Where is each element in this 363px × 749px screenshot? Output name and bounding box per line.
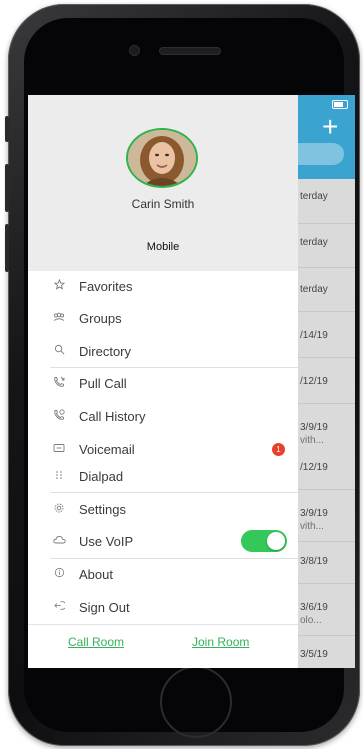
call-list-snippet: vith...: [300, 435, 324, 446]
menu-divider: [50, 492, 298, 493]
user-name: Carin Smith: [131, 197, 195, 211]
menu-item-call-history[interactable]: Call History: [28, 401, 298, 431]
earpiece-speaker: [160, 48, 220, 54]
avatar[interactable]: [126, 128, 198, 188]
call-room-link[interactable]: Call Room: [68, 635, 124, 649]
device-label: Mobile: [146, 241, 180, 253]
call-list-date: 3/9/19: [300, 508, 328, 519]
voicemail-icon: [52, 443, 66, 456]
footer-divider: [28, 624, 298, 625]
call-list-date: terday: [300, 191, 328, 202]
menu-item-about[interactable]: About: [28, 559, 298, 589]
navigation-drawer: Carin Smith Mobile Favorites Groups Dire…: [28, 95, 298, 668]
mute-switch: [5, 116, 9, 142]
add-icon[interactable]: +: [322, 113, 338, 141]
call-list-date: terday: [300, 284, 328, 295]
voip-toggle[interactable]: [241, 530, 287, 552]
info-icon: [52, 567, 66, 581]
search-icon: [52, 344, 66, 358]
menu-label: Directory: [79, 343, 132, 359]
menu-item-dialpad[interactable]: Dialpad: [28, 461, 298, 491]
menu-item-voicemail[interactable]: Voicemail: [28, 434, 298, 464]
join-room-link[interactable]: Join Room: [192, 635, 249, 649]
call-list-date: 3/6/19: [300, 602, 328, 613]
star-icon: [52, 278, 66, 293]
volume-down-button: [5, 224, 9, 272]
call-list-date: 3/9/19: [300, 422, 328, 433]
call-list-search[interactable]: [298, 143, 344, 165]
call-list-date: /14/19: [300, 330, 328, 341]
toggle-knob: [267, 532, 285, 550]
menu-item-favorites[interactable]: Favorites: [28, 271, 298, 301]
menu-item-sign-out[interactable]: Sign Out: [28, 592, 298, 622]
menu-item-settings[interactable]: Settings: [28, 494, 298, 524]
menu-label: Sign Out: [79, 599, 130, 615]
dialpad-icon: [52, 470, 66, 483]
menu-label: Pull Call: [79, 375, 127, 391]
profile-header: Carin Smith Mobile: [28, 95, 298, 271]
call-list-date: 3/5/19: [300, 649, 328, 660]
call-history-icon: [52, 408, 66, 424]
call-list-snippet: vith...: [300, 521, 324, 532]
menu-item-groups[interactable]: Groups: [28, 303, 298, 333]
groups-icon: [52, 312, 66, 325]
menu-label: Favorites: [79, 278, 133, 294]
voicemail-count-badge: 1: [272, 443, 285, 456]
call-list-date: terday: [300, 237, 328, 248]
pull-call-icon: [52, 376, 66, 391]
menu-label: Dialpad: [79, 468, 124, 484]
menu-item-directory[interactable]: Directory: [28, 336, 298, 366]
app-screen: + terday terday terday /14/19 /12/19 3/9…: [28, 95, 355, 668]
menu-item-pull-call[interactable]: Pull Call: [28, 368, 298, 398]
home-button[interactable]: [160, 666, 232, 738]
volume-up-button: [5, 164, 9, 212]
call-list-date: /12/19: [300, 376, 328, 387]
sign-out-icon: [52, 600, 66, 614]
menu-label: Groups: [79, 310, 122, 326]
battery-icon: [332, 100, 348, 109]
call-list-snippet: olo...: [300, 615, 322, 626]
front-camera: [130, 46, 139, 55]
menu-label: Settings: [79, 501, 126, 517]
call-list-date: /12/19: [300, 462, 328, 473]
menu-label: Use VoIP: [79, 533, 134, 549]
gear-icon: [52, 502, 66, 517]
call-list-date: 3/8/19: [300, 556, 328, 567]
menu-label: About: [79, 566, 113, 582]
menu-label: Voicemail: [79, 441, 135, 457]
menu-label: Call History: [79, 408, 146, 424]
cloud-icon: [52, 535, 66, 547]
